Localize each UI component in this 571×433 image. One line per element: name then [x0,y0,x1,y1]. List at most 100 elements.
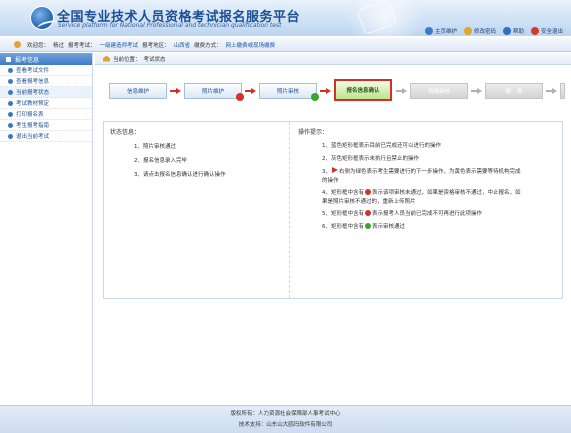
sidebar-item-current-status[interactable]: 当前报考状态 [0,87,92,98]
header: 全国专业技术人员资格考试报名服务平台 Service platform for … [0,0,571,36]
bullet-icon [8,67,13,73]
username: 杨过 [53,42,65,49]
sidebar-header: 报考信息 [0,53,92,65]
status-section: 状态信息： 1、照片审核通过 2、报名信息录入完毕 3、请点击报名信息确认进行确… [104,122,290,298]
tip-line: 3、 右侧为绿色表示考生需要进行的下一步操作，为黄色表示需要等待机构完成 的操作 [298,167,556,185]
sidebar-item-exam-files[interactable]: 查看考试文件 [0,65,92,76]
tip-text: 的操作 [322,177,339,184]
payment-label: 缴费方式： [194,42,222,49]
tip-line: 2、灰色矩形框表示未执行且禁止的操作 [322,155,420,162]
tip-text: 3、 [322,169,331,175]
home-link-label: 主页维护 [434,29,457,35]
tip-text: 表示审核通过 [372,223,406,230]
breadcrumb-prefix: 当前位置： [113,56,141,63]
region-label: 报考地区： [142,42,170,49]
sidebar-item-label: 考试教材预定 [16,101,50,107]
sidebar-item-print-form[interactable]: 打印报名表 [0,109,92,120]
home-icon [424,27,433,35]
check-badge-icon [311,93,319,101]
help-label: 帮助 [512,29,524,35]
bullet-icon [8,100,13,106]
step-label: 照片维护 [201,89,224,95]
step-label: 缴 费 [505,89,523,95]
step-info-maintenance[interactable]: 信息维护 [109,83,167,99]
home-icon [103,55,110,62]
exam-name: 一级建造师考试 [99,42,139,49]
progress-steps: 信息维护 照片维护 照片审核 报名信息确认 资格审核 缴 费 [103,79,565,105]
help-icon [502,27,511,35]
bullet-icon [8,78,13,84]
step-arrow-icon [245,88,256,94]
sidebar-item-view-registration[interactable]: 查看报考信息 [0,76,92,87]
bullet-icon [8,122,13,128]
step-label: 资格审核 [427,89,450,95]
tip-text: 表示报考人员当前已完成不可再进行此项操作 [372,211,483,217]
info-panel: 状态信息： 1、照片审核通过 2、报名信息录入完毕 3、请点击报名信息确认进行确… [103,121,563,299]
breadcrumb-current: 考试状态 [143,56,166,63]
exam-label: 报考考试： [68,42,96,49]
sidebar: 报考信息 查看考试文件 查看报考信息 当前报考状态 考试教材预定 打印报名表 考… [0,53,93,405]
header-links: 主页维护 修改密码 帮助 安全退出 [424,27,563,35]
tip-text: 右侧为绿色表示考生需要进行的下一步操作，为黄色表示需要等待机构完成 [339,169,521,175]
folder-icon [6,56,11,62]
tip-text: 果是照片审核不通过的，重新上传照片 [322,198,416,205]
bullet-icon [8,111,13,117]
sidebar-item-label: 考生报考指南 [16,123,50,129]
step-qualification-review: 资格审核 [410,83,468,99]
sidebar-item-book-order[interactable]: 考试教材预定 [0,98,92,109]
step-payment: 缴 费 [485,83,543,99]
sidebar-item-exit-exam[interactable]: 退出当前考试 [0,131,92,142]
region-value: 山西省 [173,42,191,49]
minus-badge-icon [236,93,244,101]
step-label: 照片审核 [276,89,299,95]
sidebar-item-label: 退出当前考试 [16,134,50,140]
step-label: 信息维护 [126,89,149,95]
user-icon [14,41,21,48]
status-line: 1、照片审核通过 [134,144,176,150]
sidebar-item-label: 查看考试文件 [16,68,50,74]
sidebar-item-guide[interactable]: 考生报考指南 [0,120,92,131]
tips-section: 操作提示： 1、蓝色矩形框表示目前已完成还可以进行的操作 2、灰色矩形框表示未执… [292,122,562,298]
bullet-icon [8,133,13,139]
tip-text: 6、矩形框中含有 [322,223,364,230]
tip-text: 4、矩形框中含有 [322,190,364,196]
red-arrow-icon [332,167,338,173]
step-photo-maintenance[interactable]: 照片维护 [184,83,244,101]
logout-label: 安全退出 [540,29,563,35]
step-arrow-icon [320,88,331,94]
tip-line: 1、蓝色矩形框表示目前已完成还可以进行的操作 [322,143,442,149]
logo-globe-icon [30,6,62,34]
payment-value: 网上缴费或现场缴费 [225,42,276,49]
footer-support: 技术支持：山东山大鸥玛软件有限公司 [238,422,333,428]
tip-text: 5、矩形框中含有 [322,211,364,217]
step-label: 报名信息确认 [346,88,380,94]
step-arrow-icon [170,88,181,94]
tip-text: 表示该项审核未通过，如果是资格审核不通过，中止报名，如 [372,190,521,196]
logout-link[interactable]: 安全退出 [530,27,563,35]
user-info-bar: 欢迎您： 杨过 报考考试： 一级建造师考试 报考地区： 山西省 缴费方式： 网上… [0,38,571,52]
change-password-label: 修改密码 [473,29,496,35]
minus-badge-icon [365,189,371,195]
check-badge-icon [365,222,371,229]
sidebar-title: 报考信息 [15,56,40,64]
footer: 版权所有：人力资源社会保障部人事考试中心 技术支持：山东山大鸥玛软件有限公司 [0,405,571,433]
breadcrumb: 当前位置： 考试状态 [95,53,571,65]
tips-title: 操作提示： [298,129,329,136]
help-link[interactable]: 帮助 [502,27,524,35]
sidebar-item-label: 当前报考状态 [16,90,50,96]
sidebar-item-label: 查看报考信息 [16,79,50,85]
change-password-link[interactable]: 修改密码 [463,27,496,35]
status-line: 2、报名信息录入完毕 [134,158,187,164]
sidebar-item-label: 打印报名表 [16,112,44,118]
minus-badge-icon [365,210,371,216]
tip-line: 5、矩形框中含有 表示报考人员当前已完成不可再进行此项操作 [298,210,556,219]
bullet-icon [8,89,13,95]
key-icon [463,27,472,35]
tip-line: 4、矩形框中含有 表示该项审核未通过，如果是资格审核不通过，中止报名，如 果是照片… [298,189,556,206]
footer-copyright: 版权所有：人力资源社会保障部人事考试中心 [230,411,341,417]
step-photo-review[interactable]: 照片审核 [259,83,319,101]
sidebar-menu: 查看考试文件 查看报考信息 当前报考状态 考试教材预定 打印报名表 考生报考指南… [0,65,92,142]
step-confirm-registration[interactable]: 报名信息确认 [334,79,392,101]
status-title: 状态信息： [110,129,141,136]
home-link[interactable]: 主页维护 [424,27,457,35]
